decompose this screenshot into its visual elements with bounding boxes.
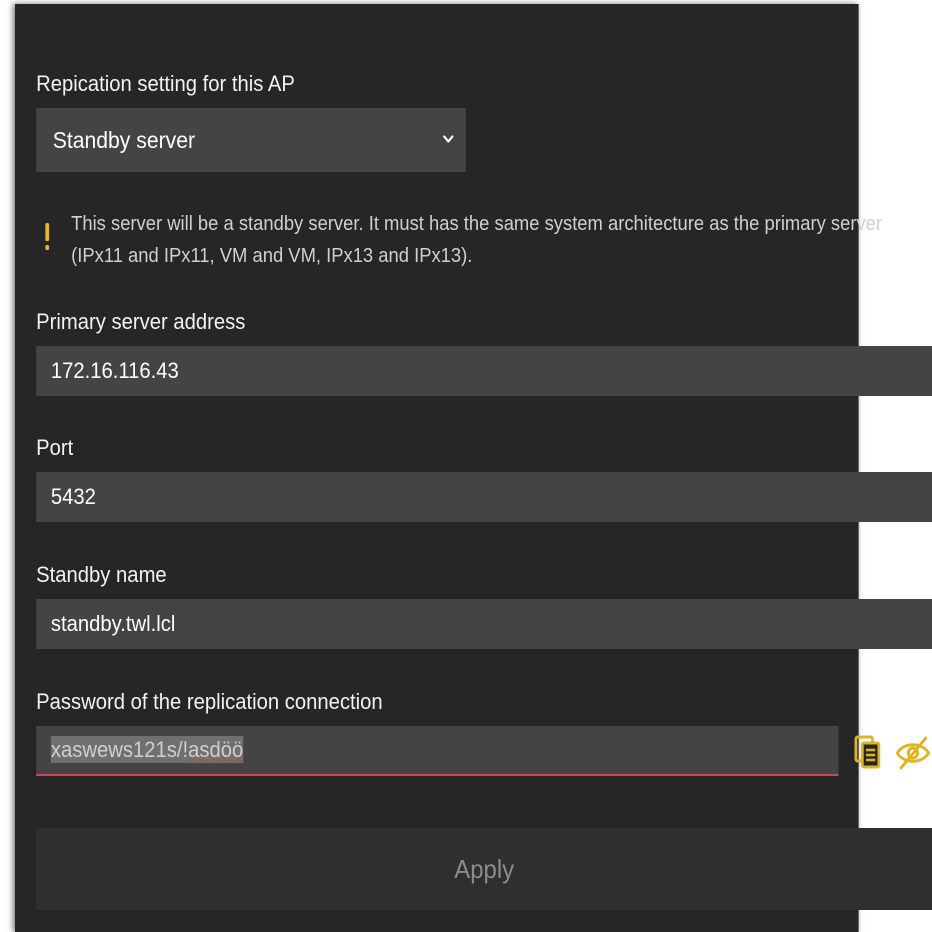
password-value-prefix: xaswews121s/! [50, 737, 189, 762]
replication-setting-label: Repication setting for this AP [36, 71, 295, 96]
copy-icon[interactable] [853, 733, 884, 773]
primary-address-input[interactable]: 172.16.116.43 [36, 346, 932, 396]
chevron-down-icon [443, 135, 454, 143]
replication-mode-select[interactable]: Standby server [36, 108, 466, 172]
password-value: xaswews121s/!asdöö [50, 736, 244, 763]
password-input[interactable]: xaswews121s/!asdöö [36, 726, 839, 776]
primary-address-label: Primary server address [36, 309, 246, 334]
eye-off-icon[interactable] [895, 733, 932, 773]
apply-button[interactable]: Apply [36, 828, 932, 910]
password-value-suffix: asdöö [188, 737, 244, 762]
port-label: Port [36, 435, 74, 460]
replication-mode-value: Standby server [52, 127, 196, 153]
standby-name-input[interactable]: standby.twl.lcl [36, 599, 932, 649]
port-input[interactable]: 5432 [36, 472, 932, 522]
notice-text: This server will be a standby server. It… [71, 213, 883, 267]
replication-panel: Repication setting for this AP Standby s… [15, 4, 932, 932]
standby-name-label: Standby name [36, 562, 167, 587]
standby-notice: This server will be a standby server. It… [36, 208, 910, 278]
warning-icon [45, 223, 50, 250]
password-label: Password of the replication connection [36, 689, 383, 714]
